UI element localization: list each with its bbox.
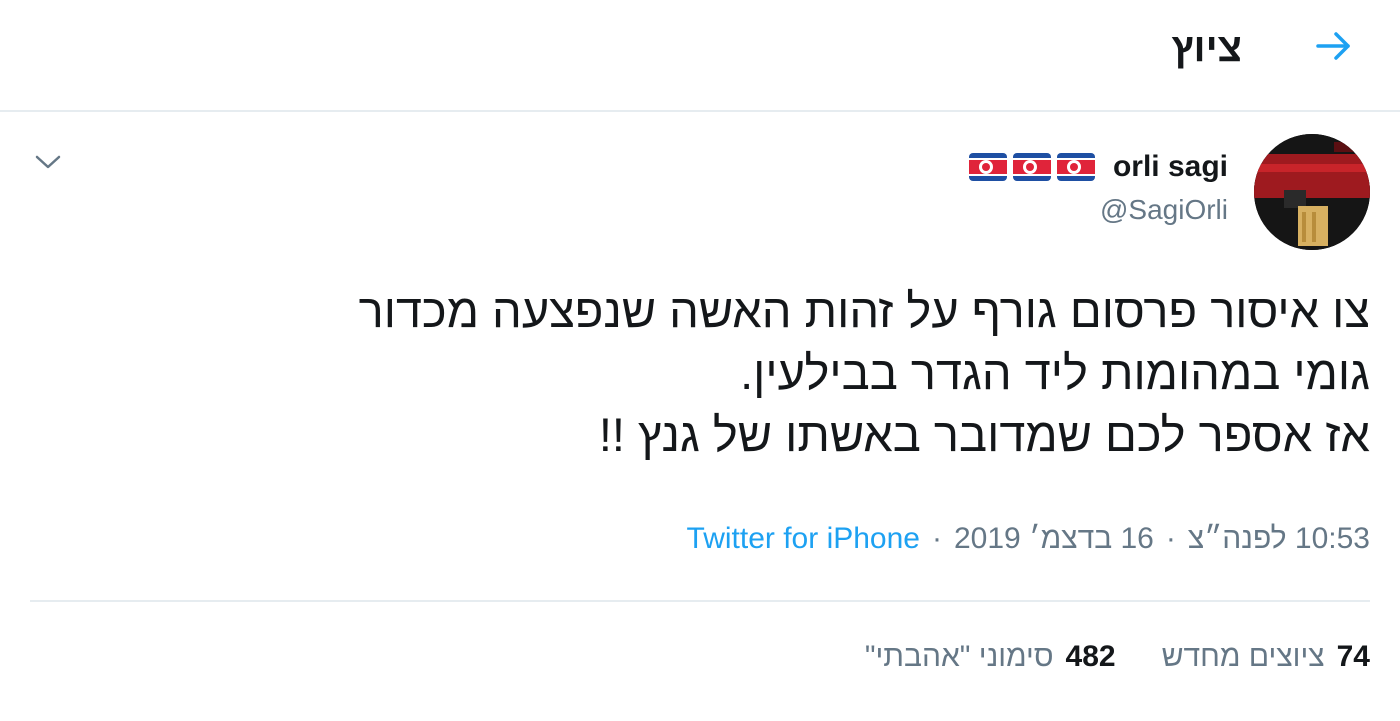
- author-handle[interactable]: @SagiOrli: [1100, 194, 1228, 226]
- arrow-right-icon: [1314, 26, 1354, 71]
- north-korea-flag-icon: [968, 153, 1007, 181]
- avatar-image: [1254, 134, 1370, 250]
- north-korea-flag-icon: [1012, 153, 1051, 181]
- tweet-text-line: אז אספר לכם שמדובר באשתו של גנץ !!: [598, 408, 1370, 461]
- chevron-down-icon: [34, 153, 62, 176]
- more-options-button[interactable]: [30, 146, 66, 182]
- retweets-count: 74: [1336, 640, 1370, 673]
- north-korea-flag-icon: [1056, 153, 1095, 181]
- tweet-text-line: צו איסור פרסום גורף על זהות האשה שנפצעה …: [358, 284, 1370, 337]
- avatar[interactable]: [1254, 134, 1370, 250]
- tweet-text: צו איסור פרסום גורף על זהות האשה שנפצעה …: [50, 280, 1370, 466]
- tweet-meta: 10:53 לפנה״צ · 16 בדצמ׳ 2019 · Twitter f…: [687, 522, 1370, 556]
- divider: [30, 600, 1370, 602]
- top-bar: ציוץ: [0, 0, 1400, 112]
- meta-separator: ·: [1165, 522, 1176, 555]
- retweets-label: ציוצים מחדש: [1161, 640, 1325, 673]
- tweet-time[interactable]: 10:53 לפנה״צ: [1188, 522, 1370, 556]
- tweet-stats: 74 ציוצים מחדש 482 סימוני "אהבתי": [865, 640, 1370, 674]
- author-name[interactable]: orli sagi: [1113, 150, 1228, 184]
- author-row: orli sagi: [968, 150, 1228, 184]
- retweets-stat[interactable]: 74 ציוצים מחדש: [1162, 640, 1370, 674]
- page-title: ציוץ: [1171, 26, 1242, 70]
- likes-stat[interactable]: 482 סימוני "אהבתי": [865, 640, 1116, 674]
- back-button[interactable]: [1308, 22, 1360, 74]
- tweet-source-link[interactable]: Twitter for iPhone: [687, 522, 920, 556]
- flag-icons: [968, 153, 1095, 181]
- likes-label: סימוני "אהבתי": [864, 640, 1054, 673]
- tweet-date[interactable]: 16 בדצמ׳ 2019: [954, 522, 1154, 556]
- likes-count: 482: [1065, 640, 1116, 673]
- tweet-text-line: גומי במהומות ליד הגדר בבילעין.: [740, 346, 1370, 399]
- tweet-page: ציוץ orli sagi @SagiOrli צו איסור פרסום …: [0, 0, 1400, 721]
- meta-separator: ·: [931, 522, 942, 555]
